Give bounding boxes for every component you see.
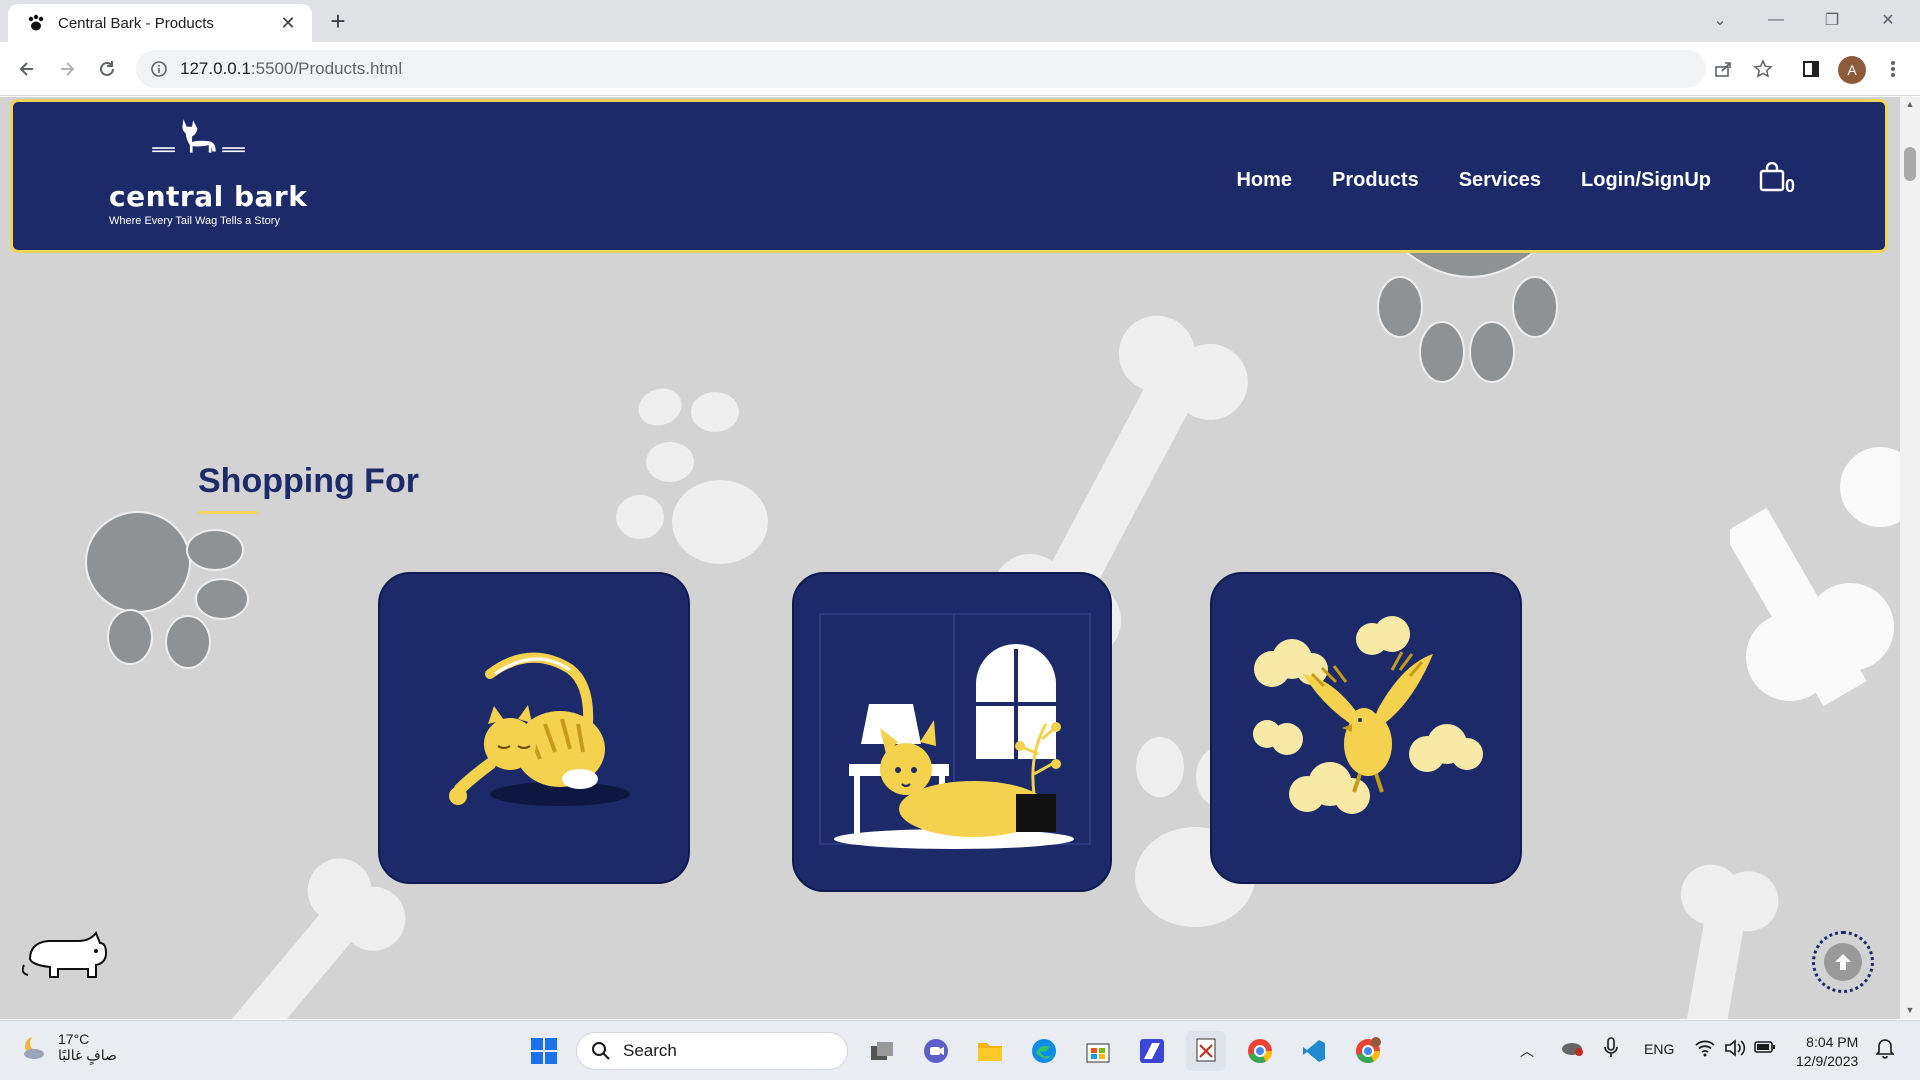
language-indicator[interactable]: ENG	[1644, 1041, 1674, 1057]
reload-icon[interactable]	[92, 54, 122, 84]
notification-bell-icon[interactable]	[1875, 1037, 1895, 1062]
teams-chat-icon[interactable]	[916, 1031, 956, 1071]
taskbar-clock[interactable]: 8:04 PM 12/9/2023	[1796, 1033, 1858, 1071]
main-nav: Home Products Services Login/SignUp 0	[1236, 161, 1796, 198]
bird-illustration-icon	[1253, 616, 1483, 814]
app-icon[interactable]	[1132, 1031, 1172, 1071]
restore-button[interactable]: ❐	[1804, 0, 1860, 40]
task-view-icon[interactable]	[862, 1031, 902, 1071]
share-icon[interactable]	[1708, 54, 1738, 84]
back-to-top-button[interactable]	[1812, 931, 1874, 993]
microsoft-store-icon[interactable]	[1078, 1031, 1118, 1071]
wifi-icon[interactable]	[1694, 1039, 1716, 1060]
nav-services-link[interactable]: Services	[1459, 169, 1541, 192]
section-title: Shopping For	[198, 462, 419, 500]
menu-kebab-icon[interactable]	[1878, 54, 1908, 84]
scrollbar-thumb[interactable]	[1904, 147, 1916, 181]
site-header: central bark Where Every Tail Wag Tells …	[10, 99, 1888, 253]
paw-print-icon	[1377, 247, 1558, 383]
tab-search-icon[interactable]: ⌄	[1692, 0, 1748, 40]
cart-button[interactable]: 0	[1759, 161, 1796, 198]
cat-category-card[interactable]	[378, 572, 690, 884]
side-panel-icon[interactable]	[1796, 54, 1826, 84]
battery-icon[interactable]	[1754, 1039, 1776, 1058]
close-tab-icon[interactable]: ✕	[276, 13, 300, 34]
page-viewport: central bark Where Every Tail Wag Tells …	[0, 97, 1900, 1019]
nav-home-link[interactable]: Home	[1236, 169, 1292, 192]
dog-category-card[interactable]	[792, 572, 1112, 892]
vscode-icon[interactable]	[1294, 1031, 1334, 1071]
address-bar[interactable]: 127.0.0.1:5500/Products.html	[136, 50, 1706, 88]
scroll-up-arrow-icon[interactable]: ▲	[1904, 99, 1916, 109]
volume-icon[interactable]	[1724, 1039, 1746, 1060]
scroll-down-arrow-icon[interactable]: ▼	[1904, 1005, 1916, 1015]
browser-toolbar: 127.0.0.1:5500/Products.html A	[0, 42, 1920, 96]
arrow-up-icon	[1835, 954, 1851, 970]
browser-tab[interactable]: Central Bark - Products ✕	[8, 4, 312, 42]
tab-title: Central Bark - Products	[58, 14, 214, 32]
edge-browser-icon[interactable]	[1024, 1031, 1064, 1071]
weather-temperature: 17°C	[58, 1031, 90, 1047]
show-hidden-icons-icon[interactable]: ︿	[1520, 1041, 1534, 1061]
bookmark-star-icon[interactable]	[1748, 54, 1778, 84]
cat-mascot-icon[interactable]	[22, 929, 112, 991]
windows-taskbar: 17°C صافٍ غالبًا Search ︿ ENG 8:04 PM 12…	[0, 1020, 1920, 1080]
bone-icon	[230, 858, 406, 1019]
dog-logo-icon[interactable]	[103, 116, 293, 186]
bird-category-card[interactable]	[1210, 572, 1522, 884]
nav-login-link[interactable]: Login/SignUp	[1581, 169, 1711, 192]
file-explorer-icon[interactable]	[970, 1031, 1010, 1071]
logo-name[interactable]: central bark	[109, 180, 307, 213]
paw-print-icon	[616, 388, 768, 564]
search-label: Search	[623, 1041, 677, 1060]
bone-icon	[1730, 447, 1900, 707]
taskbar-search[interactable]: Search	[576, 1032, 848, 1070]
weather-condition: صافٍ غالبًا	[58, 1047, 117, 1063]
tab-strip: Central Bark - Products ✕ + ⌄ — ❐ ✕	[0, 0, 1920, 42]
page-scrollbar[interactable]: ▲ ▼	[1900, 97, 1920, 1019]
chrome-icon[interactable]	[1240, 1031, 1280, 1071]
shopping-bag-icon	[1759, 161, 1785, 192]
profile-avatar[interactable]: A	[1838, 56, 1866, 84]
logo-tagline: Where Every Tail Wag Tells a Story	[109, 215, 280, 227]
nav-products-link[interactable]: Products	[1332, 169, 1419, 192]
paw-favicon-icon	[28, 14, 44, 31]
forward-icon[interactable]	[52, 54, 82, 84]
cat-illustration-icon	[449, 652, 630, 806]
bone-icon	[1680, 864, 1779, 1019]
minimize-button[interactable]: —	[1748, 0, 1804, 40]
onedrive-icon[interactable]	[1560, 1039, 1584, 1060]
chrome-profile-icon[interactable]	[1348, 1031, 1388, 1071]
weather-widget[interactable]: 17°C صافٍ غالبًا	[20, 1031, 117, 1064]
back-icon[interactable]	[12, 54, 42, 84]
dog-illustration-icon	[819, 613, 1091, 849]
title-underline	[198, 511, 258, 514]
snipping-tool-icon[interactable]	[1186, 1031, 1226, 1071]
new-tab-button[interactable]: +	[322, 6, 354, 38]
site-info-icon[interactable]	[150, 60, 168, 78]
cart-count: 0	[1785, 176, 1796, 196]
clock-date: 12/9/2023	[1796, 1053, 1859, 1069]
microphone-icon[interactable]	[1604, 1037, 1618, 1062]
search-icon	[592, 1042, 610, 1060]
moon-cloud-icon	[24, 1034, 46, 1059]
paw-print-icon	[85, 511, 249, 669]
close-window-button[interactable]: ✕	[1860, 0, 1916, 40]
url-text: 127.0.0.1:5500/Products.html	[180, 59, 403, 78]
clock-time: 8:04 PM	[1806, 1034, 1859, 1050]
windows-start-icon[interactable]	[524, 1031, 564, 1071]
